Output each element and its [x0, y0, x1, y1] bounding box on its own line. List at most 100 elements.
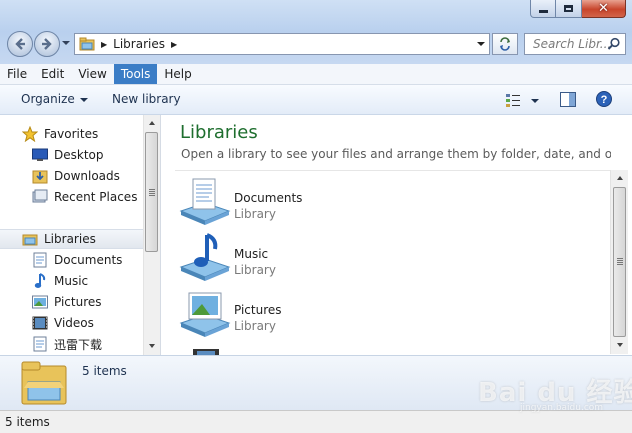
close-button[interactable]: ✕	[582, 0, 626, 18]
nav-recent-places[interactable]: Recent Places	[32, 187, 137, 207]
scroll-up-arrow-icon[interactable]	[149, 121, 155, 125]
nav-libraries-label: Libraries	[44, 232, 96, 246]
svg-text:?: ?	[601, 94, 608, 106]
menu-help[interactable]: Help	[157, 64, 198, 84]
breadcrumb-chevron-icon[interactable]: ▶	[171, 40, 177, 49]
minimize-icon	[538, 9, 548, 13]
menu-view[interactable]: View	[71, 64, 113, 84]
help-button[interactable]: ?	[596, 91, 612, 107]
address-bar[interactable]: ▶ Libraries ▶	[74, 33, 490, 55]
search-icon[interactable]	[607, 37, 621, 51]
library-type: Library	[234, 207, 276, 221]
refresh-button[interactable]	[492, 33, 518, 55]
menu-bar: File Edit View Tools Help	[0, 64, 632, 85]
new-library-button[interactable]: New library	[112, 92, 181, 106]
music-library-icon	[179, 233, 231, 281]
maximize-button[interactable]	[556, 0, 582, 18]
chevron-down-icon	[79, 97, 88, 102]
title-bar: ✕ ▶ Libraries ▶ Search Libr...	[0, 0, 632, 64]
page-subtitle: Open a library to see your files and arr…	[181, 147, 611, 161]
navigation-scrollbar[interactable]	[143, 115, 160, 355]
breadcrumb-libraries[interactable]: Libraries	[113, 37, 165, 51]
pictures-icon	[32, 294, 48, 310]
documents-library-icon	[179, 178, 231, 225]
pictures-library-icon	[179, 292, 231, 337]
maximize-icon	[564, 5, 573, 12]
library-item-music[interactable]: Music Library	[179, 229, 599, 285]
nav-music-label: Music	[54, 274, 89, 288]
nav-recent-places-label: Recent Places	[54, 190, 138, 204]
close-icon: ✕	[598, 0, 609, 16]
search-box[interactable]: Search Libr...	[524, 33, 626, 55]
desktop-icon	[32, 147, 48, 163]
nav-videos-label: Videos	[54, 316, 94, 330]
menu-file[interactable]: File	[0, 64, 34, 84]
back-arrow-icon	[15, 38, 25, 50]
search-placeholder: Search Libr...	[533, 37, 612, 51]
path-separator-icon[interactable]: ▶	[101, 40, 107, 49]
nav-videos[interactable]: Videos	[32, 313, 94, 333]
libraries-folder-icon	[79, 37, 95, 51]
recent-places-icon	[32, 189, 48, 205]
window-controls: ✕	[530, 0, 626, 20]
library-item-pictures[interactable]: Pictures Library	[179, 285, 599, 341]
library-name: Documents	[234, 191, 303, 205]
forward-arrow-icon	[42, 38, 52, 50]
refresh-icon	[500, 37, 510, 51]
downloads-folder-icon	[32, 168, 48, 184]
nav-documents[interactable]: Documents	[32, 250, 122, 270]
library-type: Library	[234, 263, 276, 277]
recent-pages-dropdown[interactable]	[62, 41, 70, 45]
baidu-watermark: Bai du 经验 jingyan.baidu.com	[478, 372, 632, 413]
library-type: Library	[234, 319, 276, 333]
nav-desktop-label: Desktop	[54, 148, 104, 162]
documents-icon	[32, 336, 48, 352]
organize-label: Organize	[21, 92, 75, 106]
music-icon	[32, 273, 48, 289]
menu-edit[interactable]: Edit	[34, 64, 71, 84]
status-bar: 5 items	[0, 410, 632, 433]
content-scrollbar[interactable]	[610, 170, 628, 354]
nav-xunlei-downloads-label: 迅雷下载	[54, 337, 103, 352]
preview-pane-icon	[560, 92, 576, 107]
library-item-videos-partial[interactable]	[179, 341, 599, 355]
nav-xunlei-downloads[interactable]: 迅雷下载	[32, 334, 102, 354]
libraries-icon	[22, 231, 38, 247]
scroll-down-arrow-icon[interactable]	[149, 344, 155, 348]
preview-pane-button[interactable]	[560, 92, 576, 107]
details-item-count: 5 items	[82, 364, 127, 378]
library-item-documents[interactable]: Documents Library	[179, 173, 599, 229]
organize-button[interactable]: Organize	[21, 92, 88, 106]
library-name: Pictures	[234, 303, 282, 317]
help-icon: ?	[596, 91, 612, 107]
forward-button[interactable]	[34, 31, 60, 57]
library-list: Documents Library Music Library Pictures…	[175, 170, 611, 355]
library-name: Music	[234, 247, 269, 261]
content-pane: Libraries Open a library to see your fil…	[161, 115, 632, 355]
address-history-dropdown[interactable]	[477, 42, 485, 46]
scroll-up-arrow-icon[interactable]	[617, 176, 623, 180]
nav-favorites-label: Favorites	[44, 127, 99, 141]
scroll-thumb[interactable]	[613, 187, 626, 337]
nav-libraries[interactable]: Libraries	[0, 229, 143, 249]
change-view-button[interactable]	[505, 92, 539, 108]
minimize-button[interactable]	[530, 0, 556, 18]
nav-pictures-label: Pictures	[54, 295, 102, 309]
command-bar: Organize New library ?	[0, 85, 632, 115]
nav-downloads-label: Downloads	[54, 169, 120, 183]
nav-downloads[interactable]: Downloads	[32, 166, 120, 186]
nav-pictures[interactable]: Pictures	[32, 292, 102, 312]
back-button[interactable]	[7, 31, 33, 57]
nav-documents-label: Documents	[54, 253, 123, 267]
scroll-thumb[interactable]	[145, 132, 158, 252]
videos-library-icon	[193, 349, 219, 355]
menu-tools[interactable]: Tools	[113, 64, 158, 84]
nav-desktop[interactable]: Desktop	[32, 145, 104, 165]
nav-favorites[interactable]: Favorites	[22, 124, 98, 144]
libraries-folder-icon	[21, 361, 67, 405]
scroll-down-arrow-icon[interactable]	[617, 343, 623, 347]
status-item-count: 5 items	[5, 415, 50, 429]
videos-icon	[32, 315, 48, 331]
nav-music[interactable]: Music	[32, 271, 88, 291]
navigation-pane: Favorites Desktop Downloads Recent Place…	[0, 115, 161, 355]
